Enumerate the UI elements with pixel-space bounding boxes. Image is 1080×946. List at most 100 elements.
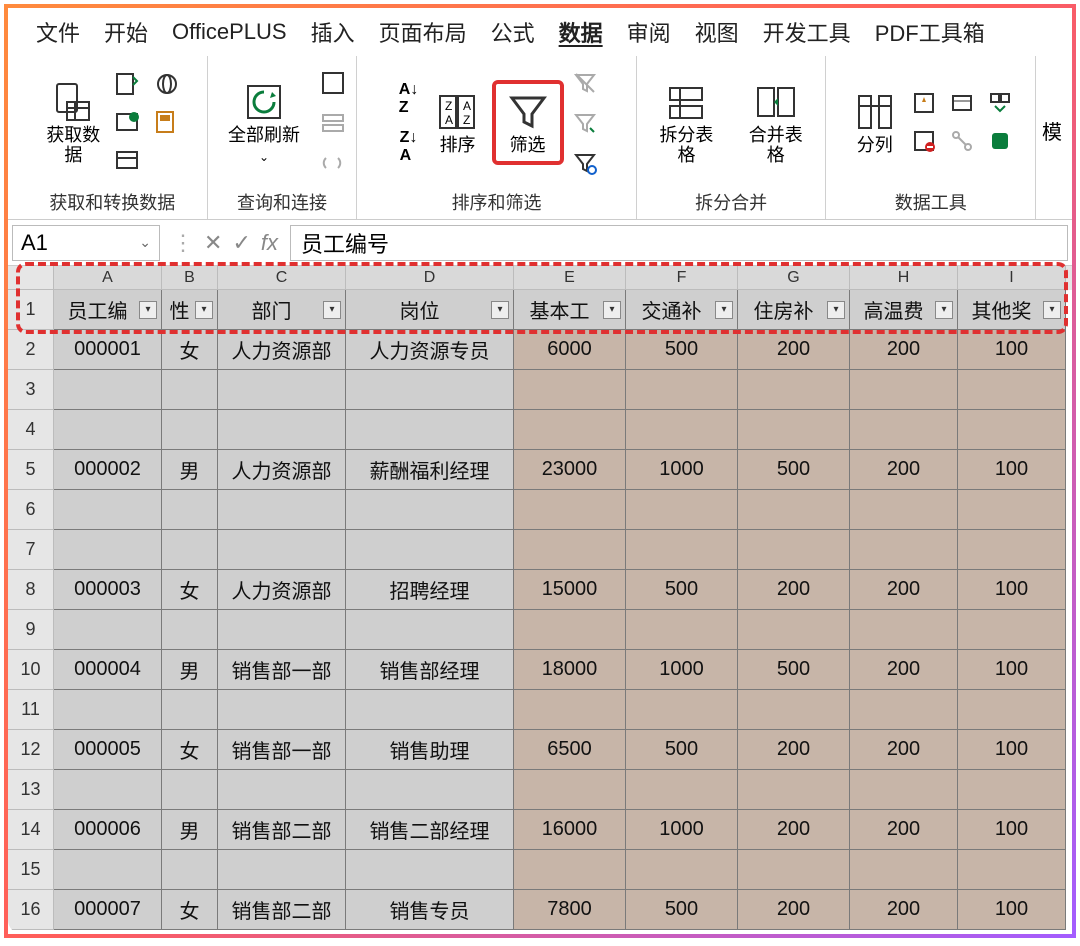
data-cell[interactable] <box>218 850 346 890</box>
row-header[interactable]: 6 <box>8 490 54 530</box>
data-cell[interactable]: 200 <box>738 730 850 770</box>
consolidate-icon[interactable] <box>985 88 1015 118</box>
data-cell[interactable] <box>346 610 514 650</box>
data-cell[interactable]: 女 <box>162 570 218 610</box>
filter-dropdown-icon[interactable]: ▾ <box>603 301 621 319</box>
data-cell[interactable]: 6500 <box>514 730 626 770</box>
menu-item-8[interactable]: 视图 <box>695 16 739 48</box>
data-cell[interactable]: 销售专员 <box>346 890 514 930</box>
data-cell[interactable] <box>218 370 346 410</box>
col-header-D[interactable]: D <box>346 266 514 290</box>
sort-asc-icon[interactable]: A↓Z <box>394 84 424 114</box>
data-cell[interactable]: 200 <box>850 570 958 610</box>
data-cell[interactable] <box>54 850 162 890</box>
data-cell[interactable]: 销售部一部 <box>218 730 346 770</box>
data-cell[interactable]: 000003 <box>54 570 162 610</box>
data-cell[interactable] <box>738 610 850 650</box>
data-cell[interactable] <box>54 690 162 730</box>
row-header[interactable]: 14 <box>8 810 54 850</box>
data-cell[interactable] <box>162 850 218 890</box>
text-to-columns-button[interactable]: 分列 <box>847 86 903 160</box>
filter-dropdown-icon[interactable]: ▾ <box>195 301 213 319</box>
data-cell[interactable] <box>218 410 346 450</box>
filter-dropdown-icon[interactable]: ▾ <box>715 301 733 319</box>
header-cell[interactable]: 住房补▾ <box>738 290 850 330</box>
data-cell[interactable]: 1000 <box>626 810 738 850</box>
data-cell[interactable] <box>738 370 850 410</box>
header-cell[interactable]: 交通补▾ <box>626 290 738 330</box>
menu-item-1[interactable]: 开始 <box>104 16 148 48</box>
data-cell[interactable] <box>54 610 162 650</box>
data-cell[interactable] <box>514 610 626 650</box>
data-cell[interactable]: 100 <box>958 570 1066 610</box>
data-cell[interactable]: 销售部一部 <box>218 650 346 690</box>
filter-dropdown-icon[interactable]: ▾ <box>1043 301 1061 319</box>
col-header-F[interactable]: F <box>626 266 738 290</box>
data-cell[interactable]: 男 <box>162 450 218 490</box>
data-cell[interactable]: 200 <box>738 810 850 850</box>
data-cell[interactable] <box>346 490 514 530</box>
remove-duplicates-icon[interactable] <box>947 88 977 118</box>
relationships-icon[interactable] <box>947 126 977 156</box>
data-cell[interactable]: 200 <box>738 890 850 930</box>
header-cell[interactable]: 其他奖▾ <box>958 290 1066 330</box>
data-cell[interactable] <box>162 370 218 410</box>
data-cell[interactable]: 1000 <box>626 650 738 690</box>
data-cell[interactable]: 500 <box>626 730 738 770</box>
data-cell[interactable] <box>346 530 514 570</box>
data-cell[interactable]: 500 <box>626 570 738 610</box>
data-cell[interactable] <box>162 770 218 810</box>
data-cell[interactable]: 1000 <box>626 450 738 490</box>
data-cell[interactable] <box>514 370 626 410</box>
queries-icon[interactable] <box>318 68 348 98</box>
data-cell[interactable] <box>162 490 218 530</box>
data-cell[interactable]: 男 <box>162 810 218 850</box>
data-cell[interactable] <box>626 610 738 650</box>
data-cell[interactable] <box>958 610 1066 650</box>
data-cell[interactable] <box>626 530 738 570</box>
data-cell[interactable]: 100 <box>958 650 1066 690</box>
data-cell[interactable] <box>850 410 958 450</box>
data-cell[interactable] <box>958 770 1066 810</box>
data-cell[interactable] <box>738 690 850 730</box>
data-cell[interactable] <box>958 410 1066 450</box>
data-cell[interactable]: 200 <box>738 570 850 610</box>
col-header-A[interactable]: A <box>54 266 162 290</box>
data-cell[interactable]: 23000 <box>514 450 626 490</box>
filter-dropdown-icon[interactable]: ▾ <box>827 301 845 319</box>
filter-button[interactable]: 筛选 <box>500 86 556 160</box>
data-cell[interactable] <box>54 530 162 570</box>
filter-dropdown-icon[interactable]: ▾ <box>491 301 509 319</box>
data-cell[interactable]: 人力资源部 <box>218 450 346 490</box>
from-web-icon[interactable] <box>152 69 182 99</box>
data-cell[interactable]: 200 <box>850 890 958 930</box>
filter-dropdown-icon[interactable]: ▾ <box>139 301 157 319</box>
data-cell[interactable] <box>626 770 738 810</box>
data-cell[interactable]: 销售部经理 <box>346 650 514 690</box>
data-cell[interactable] <box>514 690 626 730</box>
sort-desc-icon[interactable]: Z↓A <box>394 132 424 162</box>
data-cell[interactable]: 000005 <box>54 730 162 770</box>
from-table-icon[interactable] <box>112 107 142 137</box>
data-cell[interactable]: 000002 <box>54 450 162 490</box>
menu-item-2[interactable]: OfficePLUS <box>172 19 287 45</box>
select-all-corner[interactable] <box>8 266 54 290</box>
data-cell[interactable]: 薪酬福利经理 <box>346 450 514 490</box>
data-cell[interactable]: 200 <box>850 650 958 690</box>
data-cell[interactable] <box>162 530 218 570</box>
data-cell[interactable] <box>738 530 850 570</box>
data-cell[interactable] <box>162 690 218 730</box>
menu-item-5[interactable]: 公式 <box>491 16 535 48</box>
data-cell[interactable]: 销售部二部 <box>218 890 346 930</box>
name-box[interactable]: A1 ⌄ <box>12 225 160 261</box>
data-cell[interactable] <box>850 690 958 730</box>
data-cell[interactable] <box>958 490 1066 530</box>
data-cell[interactable] <box>850 770 958 810</box>
data-cell[interactable]: 100 <box>958 330 1066 370</box>
merge-table-button[interactable]: 合并表格 <box>734 76 817 170</box>
menu-item-9[interactable]: 开发工具 <box>763 16 851 48</box>
menu-item-0[interactable]: 文件 <box>36 16 80 48</box>
row-header[interactable]: 16 <box>8 890 54 930</box>
row-header[interactable]: 12 <box>8 730 54 770</box>
col-header-I[interactable]: I <box>958 266 1066 290</box>
